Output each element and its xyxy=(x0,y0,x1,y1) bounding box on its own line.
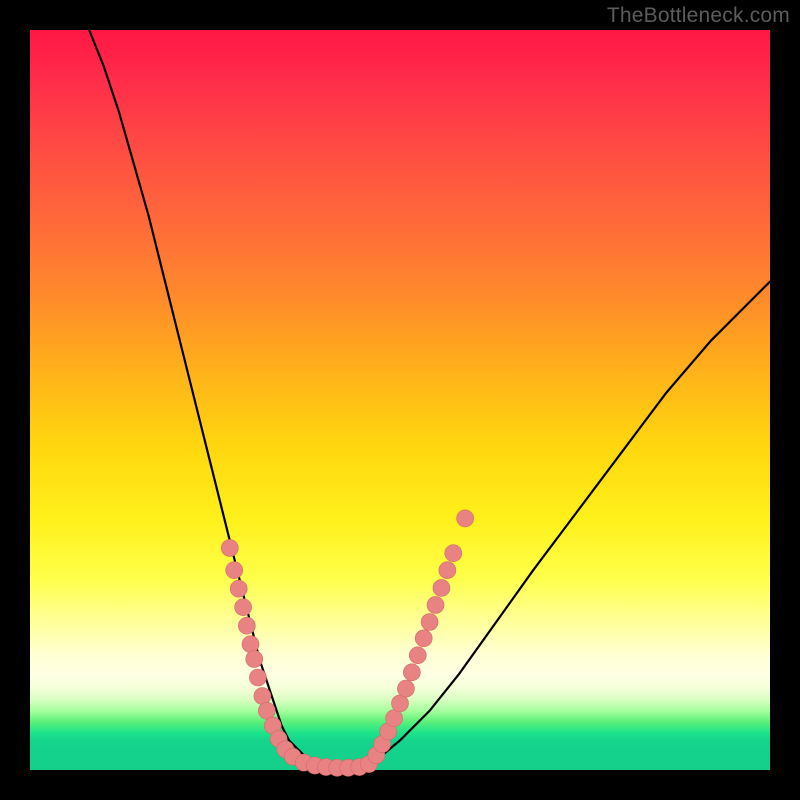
data-dot xyxy=(235,599,252,616)
data-dot xyxy=(242,636,259,653)
data-dot xyxy=(397,680,414,697)
data-dot xyxy=(226,562,243,579)
data-dot xyxy=(421,614,438,631)
data-dots xyxy=(221,510,473,776)
data-dot xyxy=(403,664,420,681)
plot-area xyxy=(30,30,770,770)
data-dot xyxy=(392,695,409,712)
chart-svg xyxy=(30,30,770,770)
data-dot xyxy=(457,510,474,527)
bottleneck-curve xyxy=(89,30,770,769)
data-dot xyxy=(427,596,444,613)
data-dot xyxy=(433,579,450,596)
data-dot xyxy=(445,545,462,562)
data-dot xyxy=(246,651,263,668)
watermark-text: TheBottleneck.com xyxy=(607,4,790,28)
data-dot xyxy=(409,647,426,664)
data-dot xyxy=(221,540,238,557)
data-dot xyxy=(439,562,456,579)
data-dot xyxy=(238,617,255,634)
data-dot xyxy=(386,710,403,727)
data-dot xyxy=(249,669,266,686)
data-dot xyxy=(415,630,432,647)
data-dot xyxy=(254,688,271,705)
data-dot xyxy=(258,702,275,719)
chart-frame: TheBottleneck.com xyxy=(0,0,800,800)
data-dot xyxy=(230,580,247,597)
